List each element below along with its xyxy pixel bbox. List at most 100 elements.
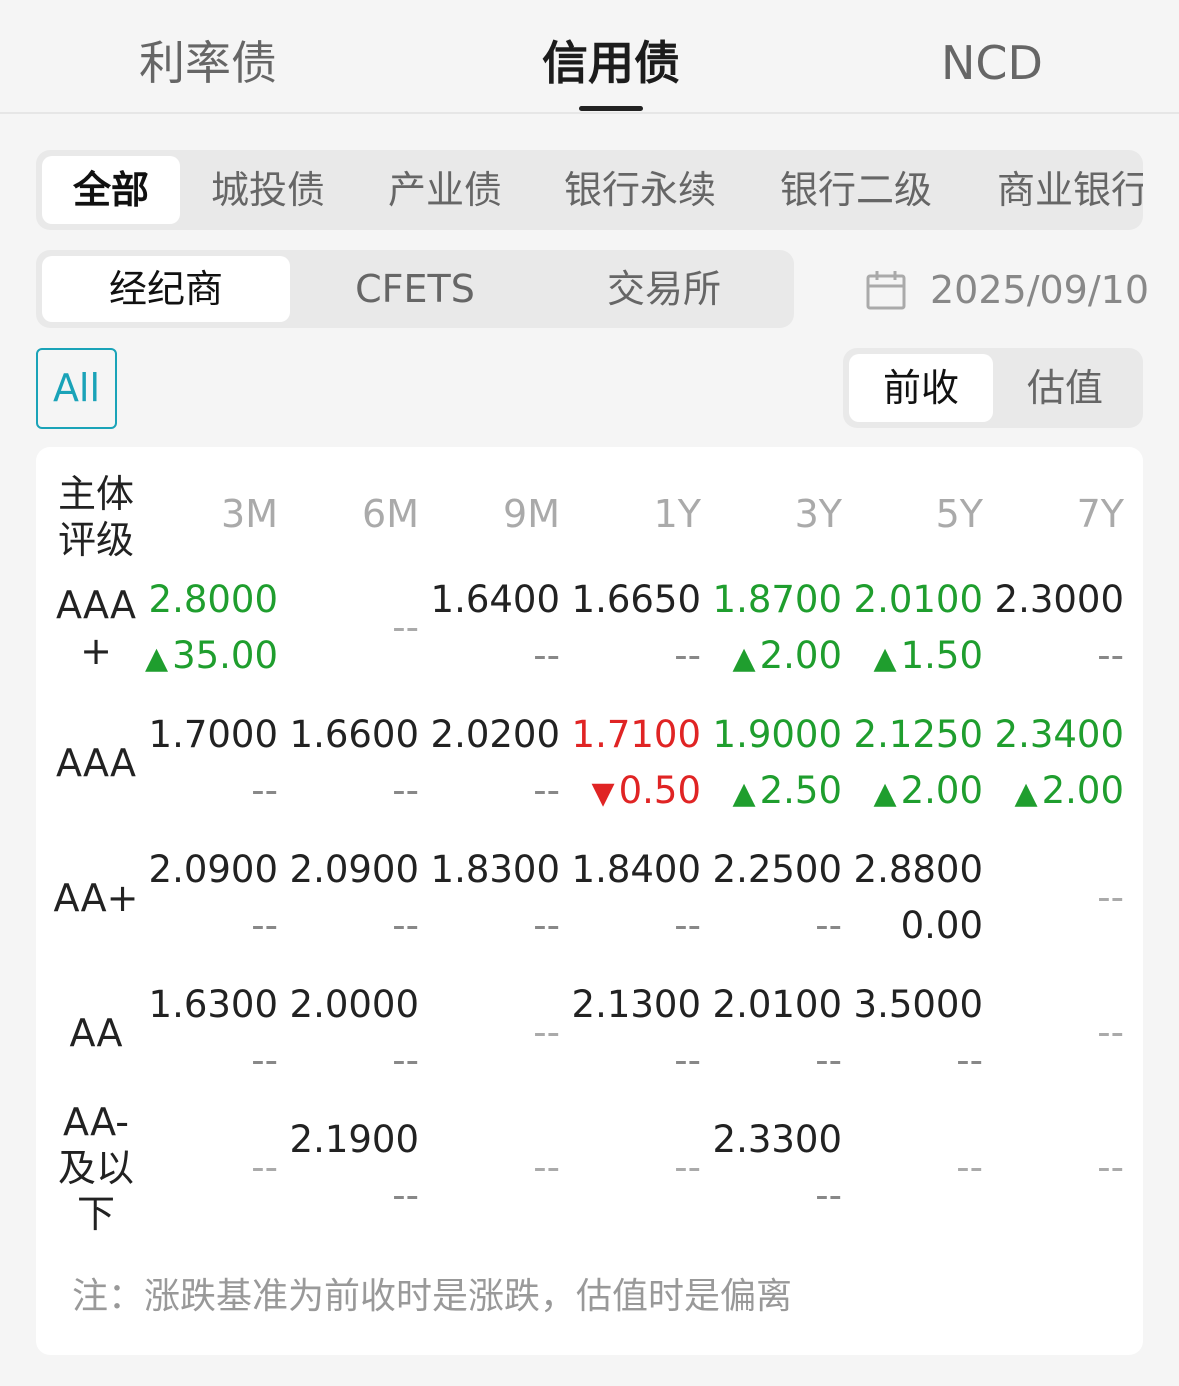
category-chengtou[interactable]: 城投债 xyxy=(211,156,325,224)
empty-placeholder: -- xyxy=(1097,1146,1124,1189)
yield-cell[interactable]: 1.8300 -- xyxy=(420,842,560,954)
yield-cell[interactable]: 2.0100 -- xyxy=(702,977,842,1089)
change-value: ▼ 0.50 xyxy=(561,763,701,819)
yield-cell[interactable]: 2.0900 -- xyxy=(138,842,278,954)
yield-value: 1.9000 xyxy=(712,713,842,756)
yield-cell[interactable]: -- xyxy=(843,1112,983,1224)
yield-cell[interactable]: -- xyxy=(279,572,419,684)
yield-cell[interactable]: 1.8400 -- xyxy=(561,842,701,954)
yield-cell[interactable]: -- xyxy=(984,977,1124,1089)
yield-cell[interactable]: 1.6600 -- xyxy=(279,707,419,819)
category-bank-perpetual[interactable]: 银行永续 xyxy=(564,156,716,224)
tab-credit-bonds[interactable]: 信用债 xyxy=(481,28,741,98)
yield-cell[interactable]: 2.0000 -- xyxy=(279,977,419,1089)
column-header-1y: 1Y xyxy=(653,492,701,536)
yield-cell[interactable]: -- xyxy=(984,1112,1124,1224)
yield-value: 1.8300 xyxy=(430,848,560,891)
yield-cell[interactable]: 1.9000 ▲ 2.50 xyxy=(702,707,842,819)
rating-header-line: 评级 xyxy=(58,518,135,562)
change-value: ▲ 2.00 xyxy=(843,763,983,819)
change-value: -- xyxy=(420,628,560,684)
yield-value: 1.6300 xyxy=(148,983,278,1026)
category-bank-tier2[interactable]: 银行二级 xyxy=(780,156,932,224)
yield-cell[interactable]: 1.6400 -- xyxy=(420,572,560,684)
yield-cell[interactable]: 2.3300 -- xyxy=(702,1112,842,1224)
yield-cell[interactable]: 2.1900 -- xyxy=(279,1112,419,1224)
yield-cell[interactable]: 1.6300 -- xyxy=(138,977,278,1089)
yield-cell[interactable]: 2.0900 -- xyxy=(279,842,419,954)
change-value: -- xyxy=(279,898,419,954)
mode-previous-close[interactable]: 前收 xyxy=(849,354,993,422)
yield-cell[interactable]: 2.2500 -- xyxy=(702,842,842,954)
yield-cell[interactable]: 3.5000 -- xyxy=(843,977,983,1089)
yield-cell[interactable]: 1.7000 -- xyxy=(138,707,278,819)
empty-placeholder: -- xyxy=(251,1146,278,1189)
yield-value: 2.3000 xyxy=(994,578,1124,621)
category-commercial-bank[interactable]: 商业银行 xyxy=(997,156,1143,224)
empty-placeholder: -- xyxy=(392,606,419,649)
change-text: 0.00 xyxy=(900,904,983,947)
column-header-3y: 3Y xyxy=(794,492,842,536)
rating-header-line: 主体 xyxy=(58,472,135,516)
yield-value: 2.0900 xyxy=(148,848,278,891)
yield-cell[interactable]: 2.8800 0.00 xyxy=(843,842,983,954)
yield-cell[interactable]: 1.8700 ▲ 2.00 xyxy=(702,572,842,684)
yield-cell[interactable]: 2.0100 ▲ 1.50 xyxy=(843,572,983,684)
change-value: -- xyxy=(702,1033,842,1089)
change-value: -- xyxy=(843,1033,983,1089)
triangle-up-icon: ▲ xyxy=(144,641,169,676)
yield-value: 2.0100 xyxy=(712,983,842,1026)
tab-ncd[interactable]: NCD xyxy=(862,28,1122,98)
yield-cell[interactable]: 2.3400 ▲ 2.00 xyxy=(984,707,1124,819)
change-value: -- xyxy=(138,763,278,819)
change-text: -- xyxy=(251,904,278,947)
yield-cell[interactable]: 2.1250 ▲ 2.00 xyxy=(843,707,983,819)
yield-value: 3.5000 xyxy=(853,983,983,1026)
yield-value: 1.7000 xyxy=(148,713,278,756)
mode-valuation[interactable]: 估值 xyxy=(993,354,1137,422)
empty-placeholder: -- xyxy=(533,1011,560,1054)
change-text: 2.00 xyxy=(900,769,983,812)
yield-cell[interactable]: 1.7100 ▼ 0.50 xyxy=(561,707,701,819)
source-broker[interactable]: 经纪商 xyxy=(42,256,290,322)
category-all[interactable]: 全部 xyxy=(42,156,180,224)
rating-column-header: 主体 评级 xyxy=(58,471,148,563)
change-text: 1.50 xyxy=(900,634,983,677)
yield-cell[interactable]: -- xyxy=(420,1112,560,1224)
change-value: -- xyxy=(702,898,842,954)
yield-cell[interactable]: 1.6650 -- xyxy=(561,572,701,684)
yield-cell[interactable]: 2.0200 -- xyxy=(420,707,560,819)
yield-value: 2.8000 xyxy=(148,578,278,621)
change-value: -- xyxy=(702,1168,842,1224)
change-text: -- xyxy=(251,1039,278,1082)
triangle-up-icon: ▲ xyxy=(873,776,897,811)
change-text: 35.00 xyxy=(172,634,278,677)
empty-placeholder: -- xyxy=(674,1146,701,1189)
change-text: -- xyxy=(815,904,842,947)
yield-cell[interactable]: 2.1300 -- xyxy=(561,977,701,1089)
change-text: 2.00 xyxy=(1041,769,1124,812)
category-industrial[interactable]: 产业债 xyxy=(388,156,502,224)
yield-cell[interactable]: -- xyxy=(138,1112,278,1224)
change-text: -- xyxy=(533,904,560,947)
tab-rate-bonds[interactable]: 利率债 xyxy=(78,28,338,98)
yield-cell[interactable]: -- xyxy=(984,842,1124,954)
triangle-up-icon: ▲ xyxy=(1014,776,1038,811)
yield-value: 1.6400 xyxy=(430,578,560,621)
yield-cell[interactable]: 2.8000 ▲ 35.00 xyxy=(138,572,278,684)
yield-value: 1.8400 xyxy=(571,848,701,891)
yield-cell[interactable]: 2.3000 -- xyxy=(984,572,1124,684)
top-tab-bar: 利率债 信用债 NCD xyxy=(0,0,1179,114)
yield-value: 2.2500 xyxy=(712,848,842,891)
source-exchange[interactable]: 交易所 xyxy=(540,256,788,322)
all-filter-button[interactable]: All xyxy=(36,348,117,429)
change-value: ▲ 1.50 xyxy=(843,628,983,684)
change-text: -- xyxy=(674,904,701,947)
yield-cell[interactable]: -- xyxy=(561,1112,701,1224)
yield-value: 2.1300 xyxy=(571,983,701,1026)
source-cfets[interactable]: CFETS xyxy=(291,256,539,322)
empty-placeholder: -- xyxy=(1097,876,1124,919)
change-value: -- xyxy=(279,1168,419,1224)
yield-cell[interactable]: -- xyxy=(420,977,560,1089)
yield-value: 2.8800 xyxy=(853,848,983,891)
